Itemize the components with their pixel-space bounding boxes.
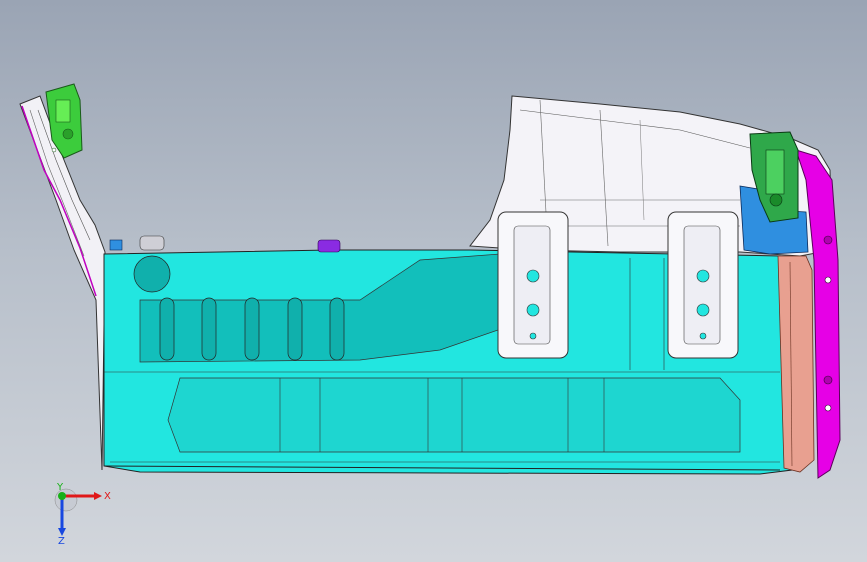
- grey-plug-part[interactable]: [139, 235, 165, 251]
- tie-down-bracket-right[interactable]: [667, 211, 739, 359]
- z-axis-arrow-icon: [58, 528, 66, 536]
- x-axis-arrow-icon: [94, 492, 102, 500]
- x-axis-label: X: [104, 491, 111, 502]
- tie-down-bracket-left[interactable]: [497, 211, 569, 359]
- y-axis-dot-icon: [58, 492, 66, 500]
- axis-triad: X Y Z: [54, 482, 111, 544]
- y-axis-label: Y: [56, 482, 64, 493]
- cad-3d-viewport[interactable]: X Y Z: [0, 0, 867, 562]
- z-axis-label: Z: [58, 536, 65, 544]
- purple-grommet-part[interactable]: [317, 239, 341, 253]
- blue-clip-part[interactable]: [109, 239, 123, 251]
- cargo-floor-assembly-model[interactable]: [0, 0, 867, 562]
- rear-seal-strip-part[interactable]: [777, 255, 815, 473]
